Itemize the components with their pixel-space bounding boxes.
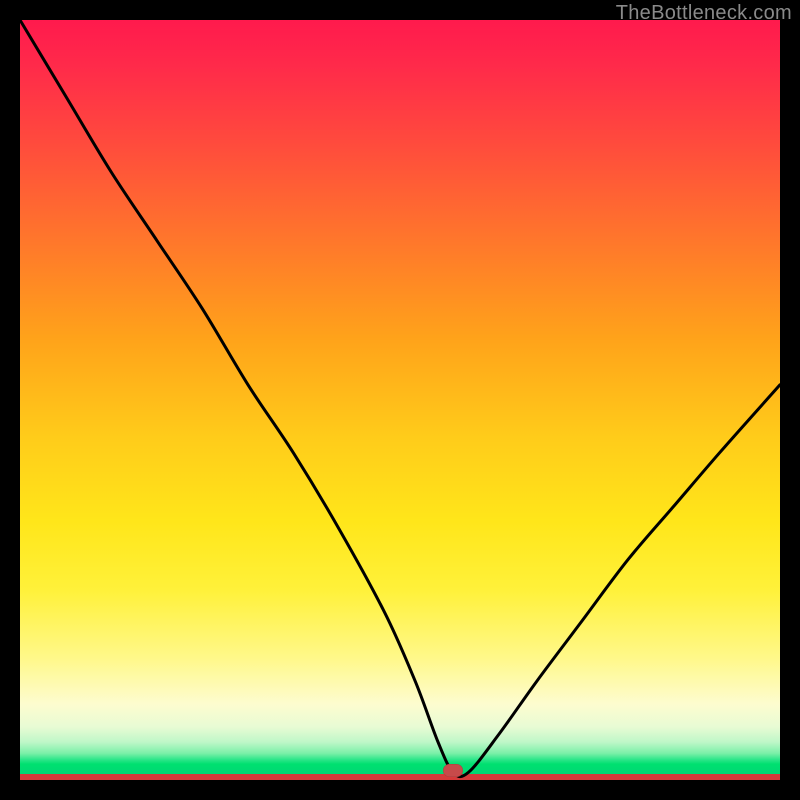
minimum-marker (443, 764, 463, 777)
plot-area (20, 20, 780, 780)
chart-frame: TheBottleneck.com (0, 0, 800, 800)
bottleneck-curve (20, 20, 780, 780)
